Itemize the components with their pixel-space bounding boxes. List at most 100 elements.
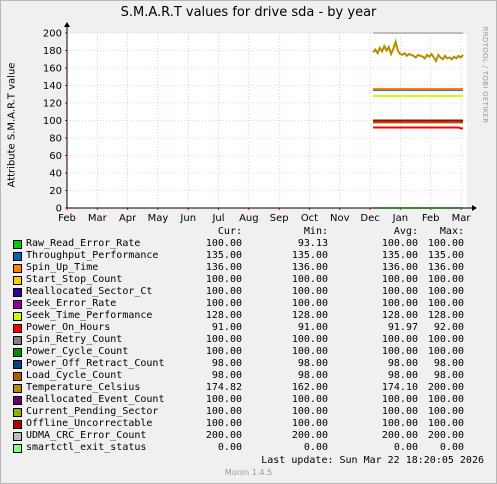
legend-item: Current_Pending_Sector 100.00 100.00 100.00… (0, 406, 497, 418)
legend-max-value: 98.00 (433, 358, 464, 369)
legend-min-value: 135.00 (291, 250, 328, 261)
legend-series-name: Spin_Retry_Count (26, 334, 123, 345)
legend-min-value: 100.00 (291, 286, 328, 297)
legend-item: Spin_Up_Time 136.00 136.00 136.00 136.00 (0, 262, 497, 274)
legend-item: UDMA_CRC_Error_Count 200.00 200.00 200.00 20… (0, 430, 497, 442)
legend-swatch (13, 408, 22, 417)
legend-max-value: 128.00 (427, 310, 464, 321)
x-tick-label: Jun (179, 213, 196, 224)
x-tick-label: Sep (270, 213, 289, 224)
legend-swatch (13, 264, 22, 273)
y-tick-label: 20 (49, 186, 62, 197)
legend-item: Seek_Error_Rate 100.00 100.00 100.00 100.00 (0, 298, 497, 310)
x-tick-label: Mar (88, 213, 108, 224)
legend-max-value: 100.00 (427, 394, 464, 405)
legend-cur-value: 100.00 (205, 418, 242, 429)
legend-max-value: 100.00 (427, 346, 464, 357)
legend-header: Cur: Min: Avg: Max: (0, 226, 497, 238)
col-cur-header: Cur: (217, 226, 242, 237)
legend-min-value: 136.00 (291, 262, 328, 273)
legend-max-value: 100.00 (427, 334, 464, 345)
legend-swatch (13, 252, 22, 261)
series-line (373, 126, 463, 130)
legend-series-name: Power_On_Hours (26, 322, 111, 333)
legend-max-value: 100.00 (427, 298, 464, 309)
legend-max-value: 136.00 (427, 262, 464, 273)
legend-min-value: 200.00 (291, 430, 328, 441)
y-tick-label: 40 (49, 169, 62, 180)
legend-series-name: Reallocated_Event_Count (26, 394, 165, 405)
x-tick-label: Apr (119, 213, 137, 224)
legend-min-value: 100.00 (291, 274, 328, 285)
legend-min-value: 100.00 (291, 346, 328, 357)
legend-min-value: 93.13 (297, 238, 328, 249)
y-tick-label: 100 (43, 116, 62, 127)
legend-series-name: Temperature_Celsius (26, 382, 141, 393)
legend-series-name: Start_Stop_Count (26, 274, 123, 285)
legend-swatch (13, 336, 22, 345)
legend-max-value: 100.00 (427, 238, 464, 249)
y-tick-label: 180 (43, 46, 62, 57)
legend-series-name: Spin_Up_Time (26, 262, 99, 273)
x-tick-label: Feb (58, 213, 76, 224)
y-tick-label: 140 (43, 81, 62, 92)
legend-item: Seek_Time_Performance 128.00 128.00 128.00 1… (0, 310, 497, 322)
legend-swatch (13, 420, 22, 429)
legend-min-value: 91.00 (297, 322, 328, 333)
legend-series-name: Seek_Error_Rate (26, 298, 117, 309)
legend-item: Power_On_Hours 91.00 91.00 91.97 92.00 (0, 322, 497, 334)
legend-min-value: 128.00 (291, 310, 328, 321)
legend-min-value: 98.00 (297, 358, 328, 369)
legend-cur-value: 136.00 (205, 262, 242, 273)
x-tick-label: Nov (330, 213, 350, 224)
legend-swatch (13, 312, 22, 321)
legend-swatch (13, 384, 22, 393)
x-tick-label: Jul (211, 213, 224, 224)
legend-min-value: 98.00 (297, 370, 328, 381)
x-tick-label: Oct (301, 213, 318, 224)
legend-swatch (13, 360, 22, 369)
legend-cur-value: 100.00 (205, 298, 242, 309)
legend-min-value: 100.00 (291, 334, 328, 345)
legend-cur-value: 128.00 (205, 310, 242, 321)
munin-version: Munin 1.4.5 (224, 468, 273, 477)
plot-area: 020406080100120140160180200Feb Mar Apr May J… (43, 22, 477, 224)
legend-max-value: 200.00 (427, 382, 464, 393)
y-tick-label: 160 (43, 64, 62, 75)
legend-cur-value: 100.00 (205, 238, 242, 249)
legend-item: Power_Cycle_Count 100.00 100.00 100.00 100.0… (0, 346, 497, 358)
legend-series-name: Current_Pending_Sector (26, 406, 159, 417)
legend-series-name: Load_Cycle_Count (26, 370, 123, 381)
legend-item: smartctl_exit_status 0.00 0.00 0.00 0.00 (0, 442, 497, 454)
x-tick-label: Aug (239, 213, 259, 224)
legend-series-name: Power_Cycle_Count (26, 346, 129, 357)
legend-series-name: Seek_Time_Performance (26, 310, 153, 321)
legend-item: Spin_Retry_Count 100.00 100.00 100.00 100.00 (0, 334, 497, 346)
legend-min-value: 100.00 (291, 406, 328, 417)
legend-series-name: Reallocated_Sector_Ct (26, 286, 153, 297)
legend-cur-value: 100.00 (205, 286, 242, 297)
legend-series-name: Raw_Read_Error_Rate (26, 238, 141, 249)
legend-max-value: 200.00 (427, 430, 464, 441)
legend-swatch (13, 240, 22, 249)
legend-item: Offline_Uncorrectable 100.00 100.00 100.00 1… (0, 418, 497, 430)
y-axis-arrow (64, 22, 70, 27)
legend-item: Start_Stop_Count 100.00 100.00 100.00 100.00 (0, 274, 497, 286)
legend-min-value: 100.00 (291, 298, 328, 309)
legend-max-value: 98.00 (433, 370, 464, 381)
legend-max-value: 100.00 (427, 286, 464, 297)
legend-item: Reallocated_Event_Count 100.00 100.00 100.0… (0, 394, 497, 406)
legend-cur-value: 100.00 (205, 274, 242, 285)
x-tick-label: Dec (360, 213, 379, 224)
legend-item: Throughput_Performance 135.00 135.00 135.00… (0, 250, 497, 262)
x-tick-label: Jan (392, 213, 408, 224)
legend-max-value: 0.00 (439, 442, 464, 453)
legend-cur-value: 98.00 (211, 370, 242, 381)
col-max-header: Max: (439, 226, 464, 237)
legend-swatch (13, 276, 22, 285)
col-min-header: Min: (303, 226, 328, 237)
legend-cur-value: 0.00 (217, 442, 242, 453)
legend-item: Raw_Read_Error_Rate 100.00 93.13 100.00 100.… (0, 238, 497, 250)
legend-series-name: UDMA_CRC_Error_Count (26, 430, 147, 441)
legend-series-name: Offline_Uncorrectable (26, 418, 153, 429)
